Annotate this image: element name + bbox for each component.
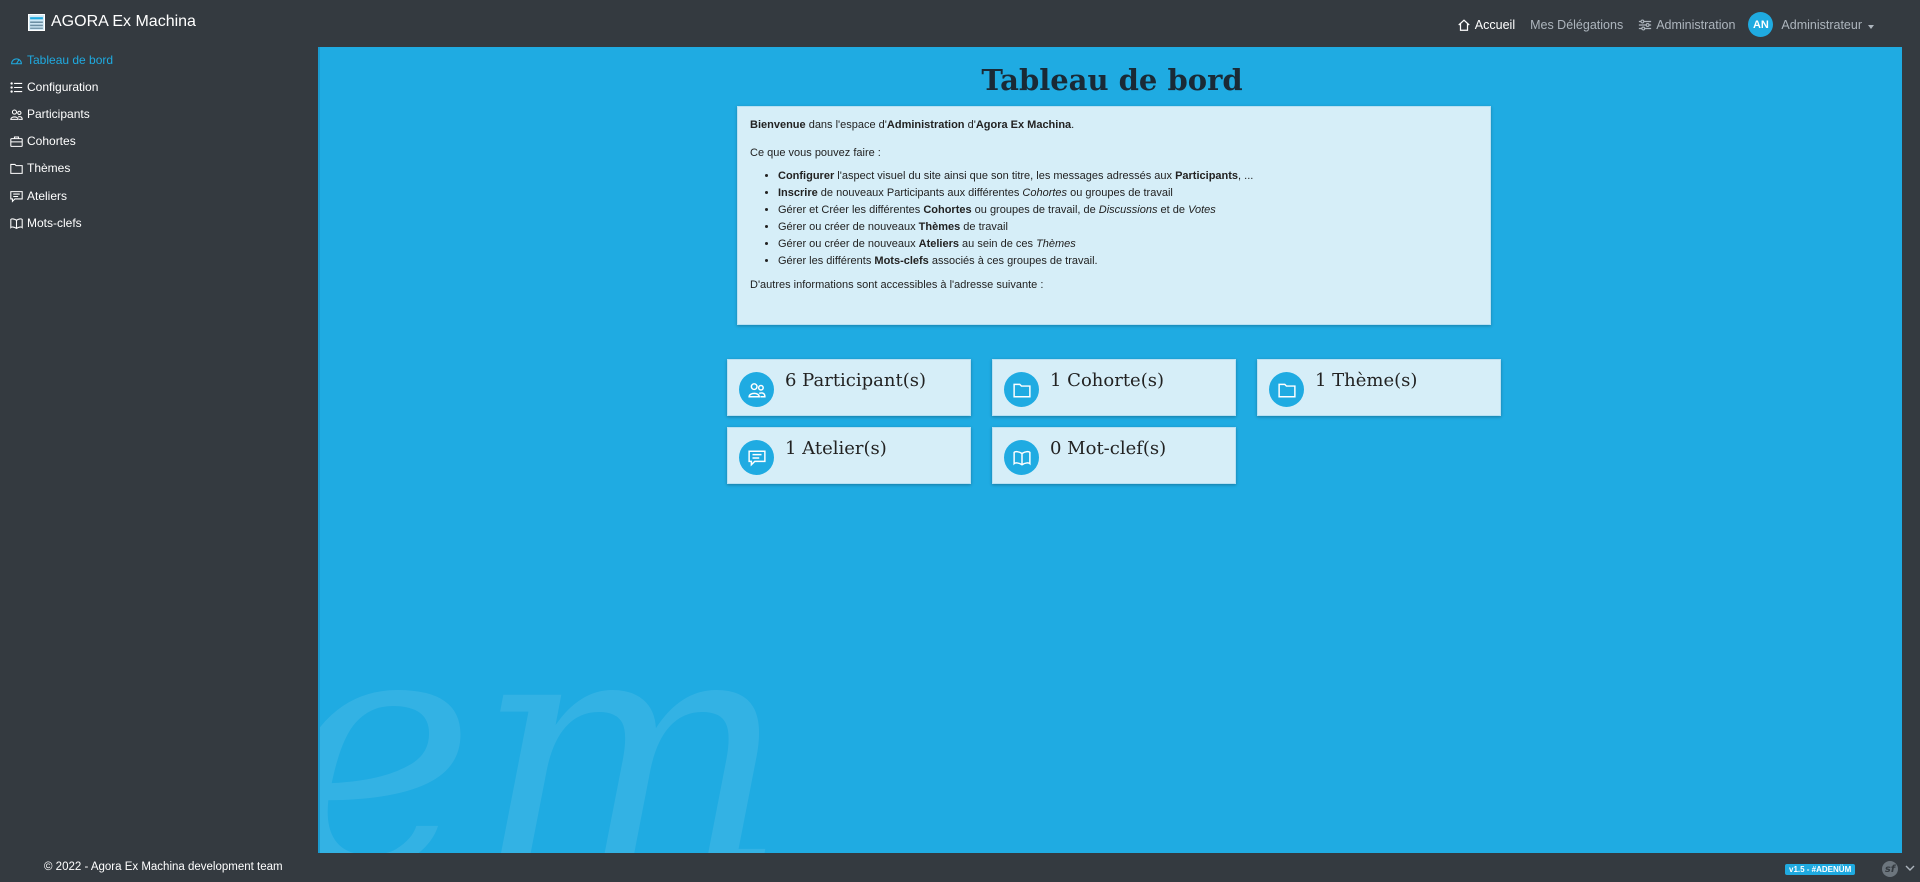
home-icon xyxy=(1458,18,1470,31)
stat-label: 1 Thème(s) xyxy=(1315,370,1418,391)
briefcase-icon xyxy=(10,136,23,147)
welcome-panel: Bienvenue dans l'espace d'Administration… xyxy=(737,106,1491,325)
stat-label: 1 Atelier(s) xyxy=(785,438,887,459)
stat-icon-circle xyxy=(739,372,774,407)
user-menu[interactable]: Administrateur xyxy=(1781,18,1874,32)
intro-text: Ce que vous pouvez faire : xyxy=(750,147,881,159)
sidebar-item-configuration[interactable]: Configuration xyxy=(10,80,98,94)
folder-icon xyxy=(10,163,23,174)
top-nav: Accueil Mes Délégations Administration A… xyxy=(1442,12,1874,37)
folder-icon xyxy=(1012,383,1031,397)
chat-icon xyxy=(10,190,23,203)
list-icon xyxy=(10,81,23,93)
people-icon xyxy=(747,382,766,397)
stat-label: 0 Mot-clef(s) xyxy=(1050,438,1167,459)
folder-icon xyxy=(1277,383,1296,397)
people-icon xyxy=(10,109,23,120)
stat-icon-circle xyxy=(1269,372,1304,407)
brand-link[interactable]: AGORA Ex Machina xyxy=(28,13,196,31)
list-item: Gérer ou créer de nouveaux Thèmes de tra… xyxy=(778,219,1478,236)
caret-down-icon xyxy=(1868,24,1874,29)
page-title: Tableau de bord xyxy=(981,63,1243,97)
sidebar-item-cohortes[interactable]: Cohortes xyxy=(10,134,76,148)
list-item: Inscrire de nouveaux Participants aux di… xyxy=(778,185,1478,202)
symfony-toolbar-icon[interactable]: sf xyxy=(1882,861,1898,877)
more-info-text: D'autres informations sont accessibles à… xyxy=(750,279,1044,291)
copyright-text: © 2022 - Agora Ex Machina development te… xyxy=(44,861,283,873)
table-icon xyxy=(28,13,45,31)
stat-card-themes[interactable]: 1 Thème(s) xyxy=(1257,359,1501,416)
dashboard-icon xyxy=(11,57,22,64)
top-navbar: AGORA Ex Machina Accueil Mes Délégations… xyxy=(0,0,1920,47)
stat-label: 1 Cohorte(s) xyxy=(1050,370,1164,391)
sidebar-item-participants[interactable]: Participants xyxy=(10,107,90,121)
list-item: Gérer les différents Mots-clefs associés… xyxy=(778,253,1478,270)
avatar[interactable]: AN xyxy=(1748,12,1774,37)
capabilities-list: Configurer l'aspect visuel du site ainsi… xyxy=(778,168,1478,270)
sidebar-item-mots-clefs[interactable]: Mots-clefs xyxy=(10,216,82,230)
list-item: Configurer l'aspect visuel du site ainsi… xyxy=(778,168,1478,185)
stat-card-ateliers[interactable]: 1 Atelier(s) xyxy=(727,427,971,484)
nav-administration[interactable]: Administration xyxy=(1638,18,1735,32)
sidebar-item-ateliers[interactable]: Ateliers xyxy=(10,189,67,203)
app-title: AGORA Ex Machina xyxy=(51,13,196,30)
background-watermark: em xyxy=(318,560,789,853)
stat-icon-circle xyxy=(1004,372,1039,407)
stat-card-participants[interactable]: 6 Participant(s) xyxy=(727,359,971,416)
footer: © 2022 - Agora Ex Machina development te… xyxy=(0,853,1920,882)
nav-accueil[interactable]: Accueil xyxy=(1457,18,1515,32)
sidebar: Tableau de bord Configuration Participan… xyxy=(0,47,318,853)
stat-card-cohortes[interactable]: 1 Cohorte(s) xyxy=(992,359,1236,416)
chat-icon xyxy=(747,450,766,467)
main-content: em Tableau de bord Bienvenue dans l'espa… xyxy=(318,47,1902,853)
book-icon xyxy=(10,217,23,229)
sidebar-item-tableau-de-bord[interactable]: Tableau de bord xyxy=(10,53,113,67)
list-item: Gérer ou créer de nouveaux Ateliers au s… xyxy=(778,236,1478,253)
nav-mes-delegations[interactable]: Mes Délégations xyxy=(1530,18,1623,32)
scrollbar-track[interactable] xyxy=(1902,47,1920,853)
sliders-icon xyxy=(1639,19,1652,30)
welcome-text: Bienvenue dans l'espace d'Administration… xyxy=(750,119,1075,131)
stat-card-mots-clefs[interactable]: 0 Mot-clef(s) xyxy=(992,427,1236,484)
chevron-down-icon[interactable] xyxy=(1905,863,1915,873)
sidebar-item-themes[interactable]: Thèmes xyxy=(10,161,70,175)
version-badge[interactable]: v1.5 - #ADENÜM xyxy=(1785,864,1856,875)
list-item: Gérer et Créer les différentes Cohortes … xyxy=(778,202,1478,219)
book-icon xyxy=(1012,450,1031,466)
stat-icon-circle xyxy=(1004,440,1039,475)
stat-icon-circle xyxy=(739,440,774,475)
stat-label: 6 Participant(s) xyxy=(785,370,927,391)
